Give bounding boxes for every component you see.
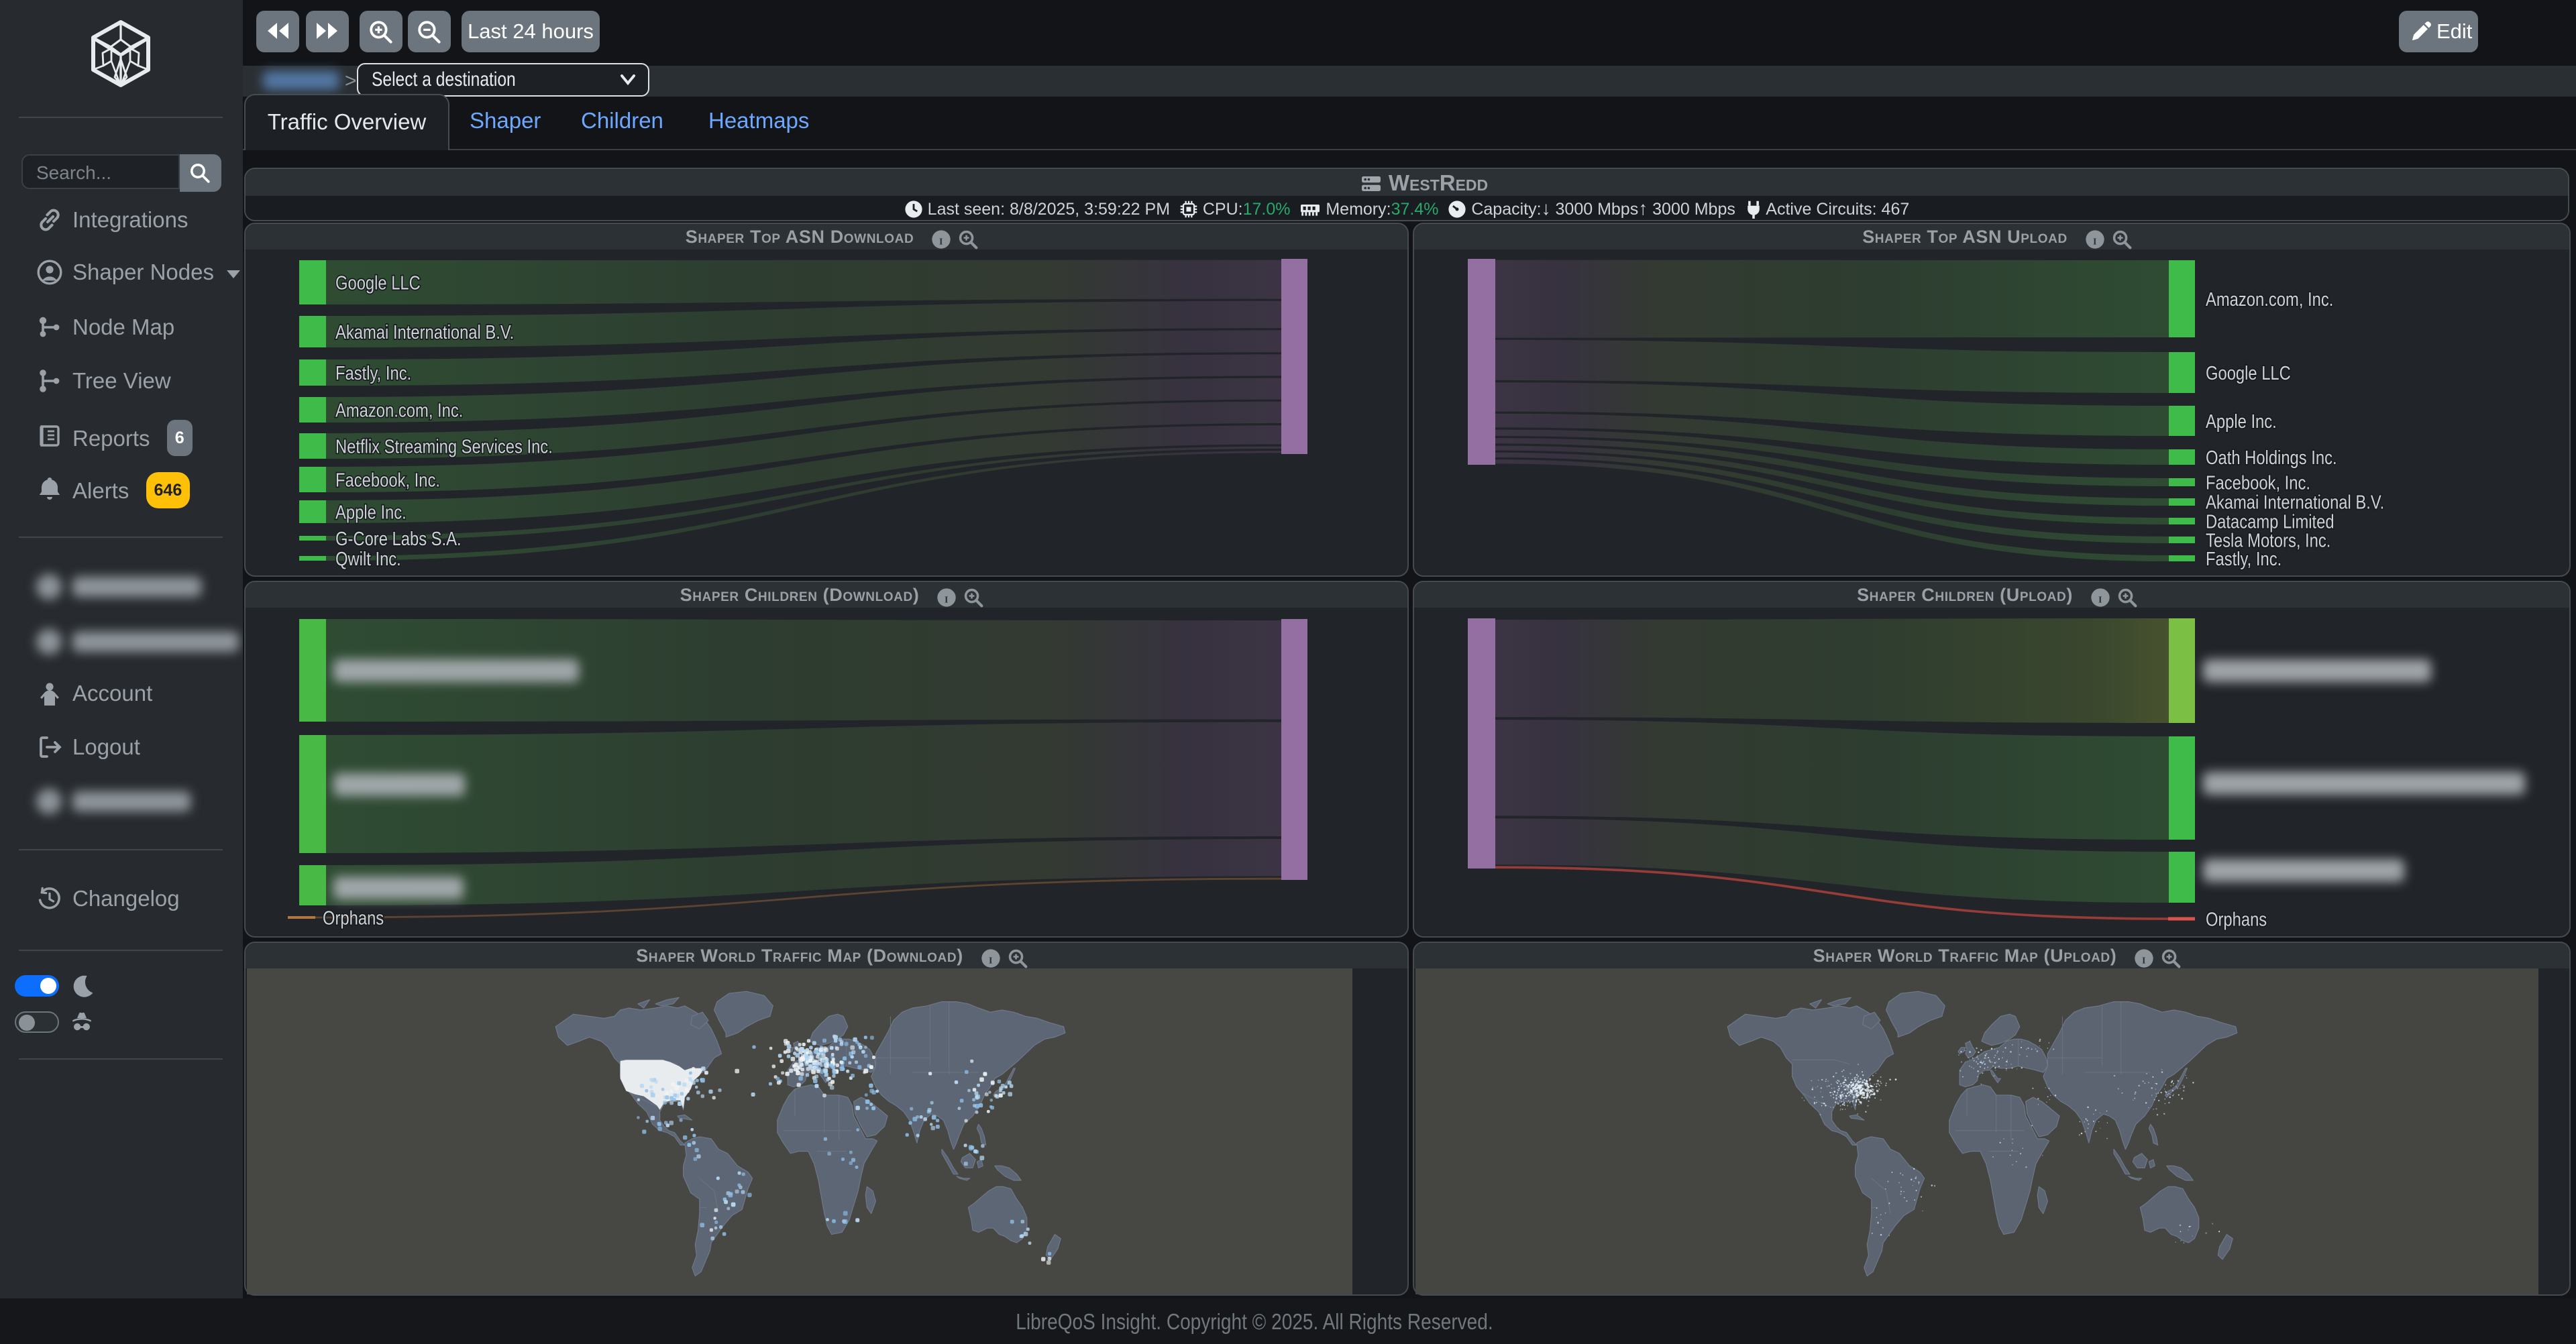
svg-text:Orphans: Orphans <box>323 907 384 929</box>
svg-text:Facebook, Inc.: Facebook, Inc. <box>335 469 440 491</box>
svg-text:Fastly, Inc.: Fastly, Inc. <box>335 363 411 384</box>
svg-text:Google LLC: Google LLC <box>2206 363 2291 384</box>
svg-text:Akamai International B.V.: Akamai International B.V. <box>2206 492 2384 513</box>
svg-text:Qwilt Inc.: Qwilt Inc. <box>335 549 401 570</box>
svg-text:Fastly, Inc.: Fastly, Inc. <box>2206 549 2282 570</box>
svg-text:Amazon.com, Inc.: Amazon.com, Inc. <box>2206 289 2333 311</box>
svg-text:Oath Holdings Inc.: Oath Holdings Inc. <box>2206 447 2337 469</box>
svg-text:Netflix Streaming Services Inc: Netflix Streaming Services Inc. <box>335 436 553 457</box>
svg-text:Amazon.com, Inc.: Amazon.com, Inc. <box>335 400 463 421</box>
svg-text:Akamai International B.V.: Akamai International B.V. <box>335 322 514 343</box>
svg-text:Facebook, Inc.: Facebook, Inc. <box>2206 472 2310 494</box>
svg-text:Google LLC: Google LLC <box>335 272 421 294</box>
svg-text:G-Core Labs S.A.: G-Core Labs S.A. <box>335 528 462 550</box>
svg-text:Apple Inc.: Apple Inc. <box>2206 411 2277 433</box>
svg-text:Apple Inc.: Apple Inc. <box>335 502 407 523</box>
svg-text:Orphans: Orphans <box>2206 909 2267 930</box>
